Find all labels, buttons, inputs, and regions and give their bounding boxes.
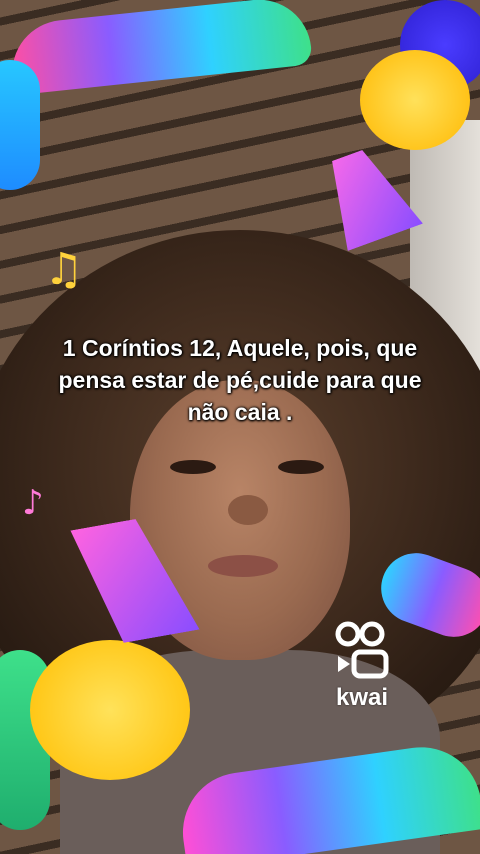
left-eye [170,460,216,474]
kwai-watermark: kwai [330,620,394,720]
bottom-left-flower-decoration [30,640,190,780]
caption-text: 1 Coríntios 12, Aquele, pois, que pensa … [58,335,422,425]
kwai-logo-icon [335,621,389,679]
mouth [208,555,278,577]
kwai-label: kwai [335,684,389,711]
video-frame: ♫ ♪ 1 Coríntios 12, Aquele, pois, que pe… [0,0,480,854]
left-swoosh-decoration [0,60,40,190]
nose [228,495,268,525]
right-eye [278,460,324,474]
top-right-flower-decoration [360,50,470,150]
music-note-icon: ♫ [44,244,84,295]
music-note-icon: ♪ [22,483,44,523]
